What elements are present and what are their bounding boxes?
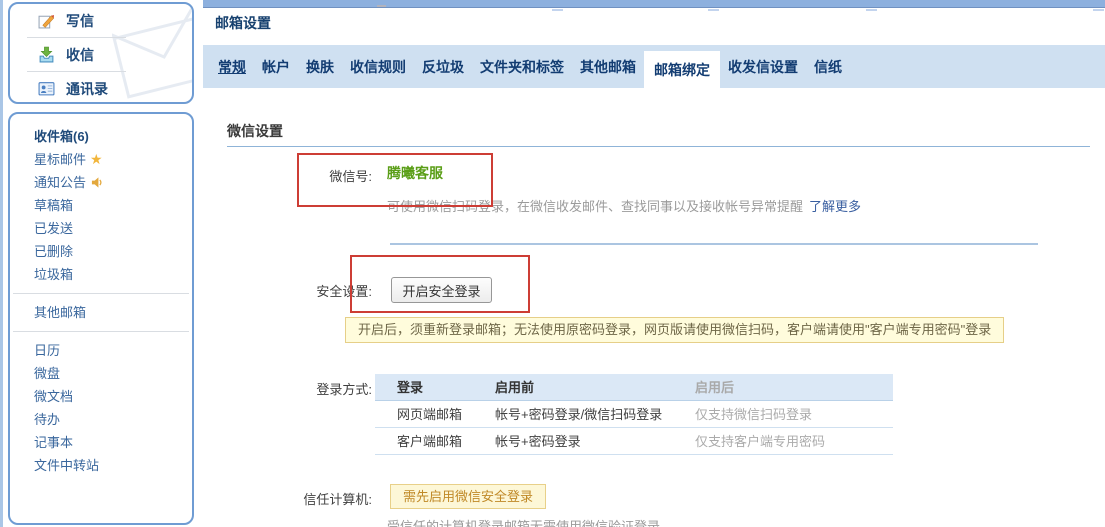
enable-secure-login-button[interactable]: 开启安全登录 bbox=[391, 277, 492, 303]
tab-mailbox-binding[interactable]: 邮箱绑定 bbox=[644, 51, 720, 88]
window-left-edge bbox=[0, 0, 3, 527]
sidebar-item-notebook[interactable]: 记事本 bbox=[10, 431, 192, 454]
cell-before: 帐号+密码登录/微信扫码登录 bbox=[495, 401, 695, 427]
sidebar-action-label: 写信 bbox=[66, 11, 94, 31]
login-methods-table: 登录 启用前 启用后 网页端邮箱 帐号+密码登录/微信扫码登录 仅支持微信扫码登… bbox=[375, 374, 893, 455]
app-label: 微文档 bbox=[34, 389, 73, 404]
sidebar-item-contacts[interactable]: 通讯录 bbox=[10, 72, 192, 104]
top-dash bbox=[866, 9, 877, 11]
sidebar-item-todo[interactable]: 待办 bbox=[10, 408, 192, 431]
tab-mail-rules[interactable]: 收信规则 bbox=[342, 45, 414, 88]
star-icon: ★ bbox=[90, 151, 103, 167]
tab-folders-labels[interactable]: 文件夹和标签 bbox=[472, 45, 572, 88]
wechat-id-description: 可使用微信扫码登录，在微信收发邮件、查找同事以及接收帐号异常提醒了解更多 bbox=[387, 196, 861, 215]
app-label: 文件中转站 bbox=[34, 458, 99, 473]
sidebar-action-label: 收信 bbox=[66, 45, 94, 65]
folder-label: 通知公告 bbox=[34, 175, 86, 190]
wechat-id-label: 微信号: bbox=[240, 166, 372, 185]
folder-label: 垃圾箱 bbox=[34, 267, 73, 282]
folder-label: 已删除 bbox=[34, 244, 73, 259]
cell-after: 仅支持客户端专用密码 bbox=[695, 428, 893, 454]
column-header-before: 启用前 bbox=[495, 374, 695, 400]
secure-login-tooltip: 开启后，须重新登录邮箱；无法使用原密码登录，网页版请使用微信扫码，客户端请使用"… bbox=[345, 317, 1004, 343]
sidebar-actions-box: 写信 收信 通讯录 bbox=[8, 2, 194, 104]
table-header-row: 登录 启用前 启用后 bbox=[375, 374, 893, 401]
sidebar-item-inbox[interactable]: 收件箱(6) bbox=[10, 125, 192, 148]
tab-skin[interactable]: 换肤 bbox=[298, 45, 342, 88]
learn-more-link[interactable]: 了解更多 bbox=[809, 199, 861, 214]
cell-after: 仅支持微信扫码登录 bbox=[695, 401, 893, 427]
tab-account[interactable]: 帐户 bbox=[254, 45, 298, 88]
inbox-icon bbox=[38, 46, 55, 63]
cell-client: 客户端邮箱 bbox=[375, 428, 495, 454]
cell-client: 网页端邮箱 bbox=[375, 401, 495, 427]
sidebar-item-deleted[interactable]: 已删除 bbox=[10, 240, 192, 263]
trusted-computer-label: 信任计算机: bbox=[240, 489, 372, 508]
app-label: 记事本 bbox=[34, 435, 73, 450]
sidebar-item-junk[interactable]: 垃圾箱 bbox=[10, 263, 192, 286]
settings-tabbar: 常规 帐户 换肤 收信规则 反垃圾 文件夹和标签 其他邮箱 邮箱绑定 收发信设置… bbox=[203, 45, 1105, 88]
sidebar-action-label: 通讯录 bbox=[66, 79, 108, 99]
folder-label: 已发送 bbox=[34, 221, 73, 236]
sidebar-item-drafts[interactable]: 草稿箱 bbox=[10, 194, 192, 217]
compose-icon bbox=[38, 12, 55, 29]
login-methods-label: 登录方式: bbox=[240, 379, 372, 398]
row-divider bbox=[390, 243, 1038, 245]
tab-general[interactable]: 常规 bbox=[210, 45, 254, 88]
speaker-icon bbox=[91, 173, 104, 196]
top-dash bbox=[552, 9, 563, 11]
content-top-bar bbox=[203, 0, 1105, 8]
top-dash bbox=[1093, 9, 1104, 11]
table-row-client-mail: 客户端邮箱 帐号+密码登录 仅支持客户端专用密码 bbox=[375, 428, 893, 455]
tab-antispam[interactable]: 反垃圾 bbox=[414, 45, 472, 88]
app-label: 待办 bbox=[34, 412, 60, 427]
sidebar-item-weidocs[interactable]: 微文档 bbox=[10, 385, 192, 408]
app-label: 日历 bbox=[34, 343, 60, 358]
sidebar-item-sent[interactable]: 已发送 bbox=[10, 217, 192, 240]
column-header-login: 登录 bbox=[375, 374, 495, 400]
security-settings-label: 安全设置: bbox=[240, 281, 372, 300]
tab-stationery[interactable]: 信纸 bbox=[806, 45, 850, 88]
sidebar-item-receive[interactable]: 收信 bbox=[10, 38, 192, 71]
sidebar-item-other-mailbox[interactable]: 其他邮箱 bbox=[10, 301, 192, 324]
require-secure-login-badge: 需先启用微信安全登录 bbox=[390, 484, 546, 509]
sidebar-folders-box: 收件箱(6) 星标邮件 ★ 通知公告 草稿箱 已发送 已删除 垃圾箱 其他邮箱 bbox=[8, 112, 194, 525]
folder-label: 草稿箱 bbox=[34, 198, 73, 213]
folder-label: 其他邮箱 bbox=[34, 305, 86, 320]
cell-before: 帐号+密码登录 bbox=[495, 428, 695, 454]
sidebar-separator bbox=[13, 293, 189, 294]
folder-label: 星标邮件 bbox=[34, 152, 86, 167]
top-dash bbox=[377, 5, 386, 7]
sidebar-item-compose[interactable]: 写信 bbox=[10, 4, 192, 37]
page-title: 邮箱设置 bbox=[215, 13, 271, 33]
folder-label: 收件箱(6) bbox=[34, 129, 89, 144]
sidebar-item-starred[interactable]: 星标邮件 ★ bbox=[10, 148, 192, 171]
wechat-id-value: 腾曦客服 bbox=[387, 163, 443, 183]
contacts-icon bbox=[38, 80, 55, 97]
sidebar-item-calendar[interactable]: 日历 bbox=[10, 339, 192, 362]
app-label: 微盘 bbox=[34, 366, 60, 381]
top-dash bbox=[708, 9, 719, 11]
qq-mail-settings-screen: 写信 收信 通讯录 收件箱(6) bbox=[0, 0, 1105, 527]
table-row-web-mail: 网页端邮箱 帐号+密码登录/微信扫码登录 仅支持微信扫码登录 bbox=[375, 401, 893, 428]
tab-send-receive[interactable]: 收发信设置 bbox=[720, 45, 806, 88]
sidebar-separator bbox=[13, 331, 189, 332]
wechat-settings-title: 微信设置 bbox=[227, 121, 283, 141]
section-underline bbox=[227, 146, 1090, 147]
trusted-computer-description: 受信任的计算机登录邮箱无需使用微信验证登录 bbox=[387, 516, 660, 527]
sidebar-item-announcements[interactable]: 通知公告 bbox=[10, 171, 192, 194]
column-header-after: 启用后 bbox=[695, 374, 893, 400]
tab-other-mailbox[interactable]: 其他邮箱 bbox=[572, 45, 644, 88]
sidebar-item-weidrive[interactable]: 微盘 bbox=[10, 362, 192, 385]
description-text: 可使用微信扫码登录，在微信收发邮件、查找同事以及接收帐号异常提醒 bbox=[387, 199, 803, 214]
sidebar-item-file-transfer[interactable]: 文件中转站 bbox=[10, 454, 192, 477]
